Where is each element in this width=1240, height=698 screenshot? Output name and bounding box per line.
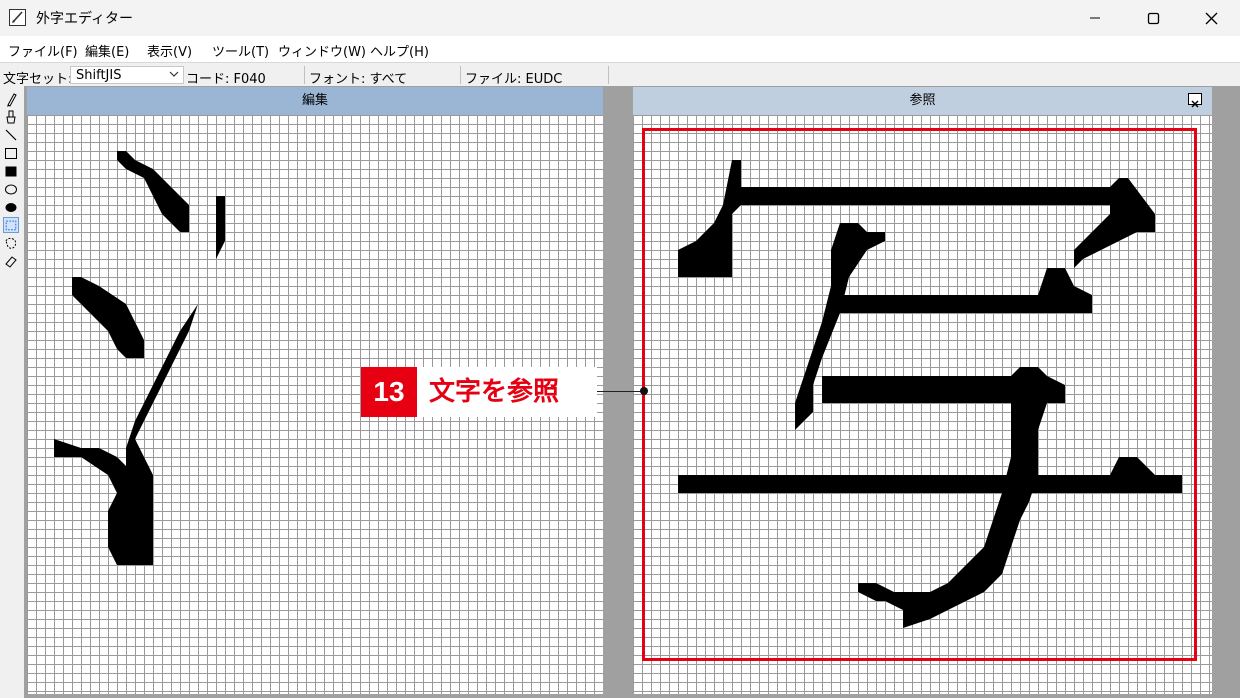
callout-leader-dot [640, 387, 648, 395]
maximize-icon [1147, 12, 1159, 24]
step-label: 文字を参照 [417, 367, 597, 417]
menu-window[interactable]: ウィンドウ(W) [278, 41, 366, 60]
glyph-stroke [72, 277, 144, 358]
menu-file[interactable]: ファイル(F) [8, 41, 78, 60]
code-display: コード: F040 [186, 72, 266, 87]
rectangular-selection-icon[interactable] [3, 217, 19, 233]
charset-dropdown[interactable]: ShiftJIS [70, 66, 184, 84]
file-display: ファイル: EUDC [465, 72, 563, 87]
menu-view[interactable]: 表示(V) [147, 41, 192, 60]
charset-label: 文字セット: [3, 72, 73, 87]
glyph-stroke [117, 151, 189, 232]
charset-value: ShiftJIS [76, 68, 122, 83]
status-separator [608, 66, 609, 84]
window-title: 外字エディター [36, 11, 134, 27]
toolbox [0, 87, 25, 698]
minimize-icon [1090, 17, 1100, 19]
maximize-button[interactable] [1124, 0, 1182, 36]
filled-ellipse-icon[interactable] [3, 199, 19, 215]
status-separator [460, 66, 461, 84]
status-separator [304, 66, 305, 84]
brush-icon[interactable] [3, 109, 19, 125]
callout-leader-line [597, 391, 644, 392]
close-button[interactable] [1182, 0, 1240, 36]
pencil-icon[interactable] [3, 91, 19, 107]
filled-rectangle-icon[interactable] [3, 163, 19, 179]
title-bar: 外字エディター [0, 0, 1240, 36]
freeform-selection-icon[interactable] [3, 235, 19, 251]
eraser-icon[interactable] [3, 253, 19, 269]
close-icon [1205, 12, 1217, 24]
chevron-down-icon [169, 71, 179, 77]
menu-tools[interactable]: ツール(T) [212, 41, 269, 60]
eudc-editor-app-icon [9, 9, 26, 26]
close-icon [1191, 100, 1199, 108]
edit-pane-title: 編集 [27, 87, 603, 115]
reference-pane-title: 参照 [633, 87, 1212, 115]
step-number-badge: 13 [361, 367, 417, 417]
glyph-stroke [54, 196, 225, 565]
font-display: フォント: すべて [309, 72, 408, 87]
reference-highlight-box [642, 128, 1197, 661]
hollow-rectangle-icon[interactable] [3, 145, 19, 161]
info-bar: 文字セット: ShiftJIS コード: F040 フォント: すべて ファイル… [0, 62, 1240, 88]
reference-close-button[interactable] [1188, 93, 1202, 108]
hollow-ellipse-icon[interactable] [3, 181, 19, 197]
minimize-button[interactable] [1066, 0, 1124, 36]
menu-edit[interactable]: 編集(E) [85, 41, 129, 60]
line-icon[interactable] [3, 127, 19, 143]
menu-bar: ファイル(F) 編集(E) 表示(V) ツール(T) ウィンドウ(W) ヘルプ(… [0, 36, 1240, 62]
menu-help[interactable]: ヘルプ(H) [370, 41, 429, 60]
